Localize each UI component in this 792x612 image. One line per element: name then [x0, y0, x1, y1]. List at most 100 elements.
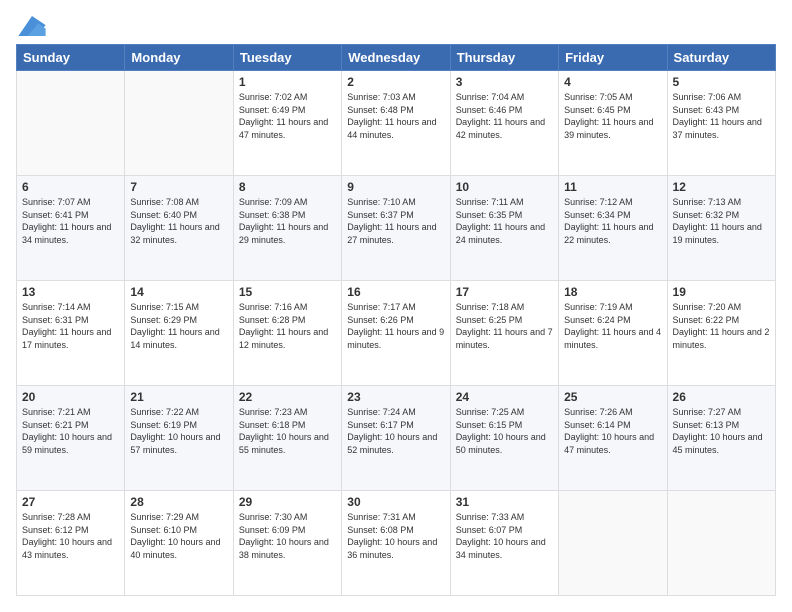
day-number: 30	[347, 495, 444, 509]
calendar-cell: 8 Sunrise: 7:09 AM Sunset: 6:38 PM Daylig…	[233, 176, 341, 281]
day-number: 29	[239, 495, 336, 509]
day-number: 19	[673, 285, 770, 299]
week-row-4: 20 Sunrise: 7:21 AM Sunset: 6:21 PM Dayli…	[17, 386, 776, 491]
day-number: 23	[347, 390, 444, 404]
cell-info: Sunrise: 7:16 AM Sunset: 6:28 PM Dayligh…	[239, 301, 336, 351]
calendar-cell: 10 Sunrise: 7:11 AM Sunset: 6:35 PM Dayli…	[450, 176, 558, 281]
cell-info: Sunrise: 7:26 AM Sunset: 6:14 PM Dayligh…	[564, 406, 661, 456]
calendar-cell: 6 Sunrise: 7:07 AM Sunset: 6:41 PM Daylig…	[17, 176, 125, 281]
day-number: 31	[456, 495, 553, 509]
day-header-friday: Friday	[559, 45, 667, 71]
calendar-cell: 12 Sunrise: 7:13 AM Sunset: 6:32 PM Dayli…	[667, 176, 775, 281]
cell-info: Sunrise: 7:02 AM Sunset: 6:49 PM Dayligh…	[239, 91, 336, 141]
day-number: 28	[130, 495, 227, 509]
day-number: 5	[673, 75, 770, 89]
cell-info: Sunrise: 7:15 AM Sunset: 6:29 PM Dayligh…	[130, 301, 227, 351]
calendar-cell	[667, 491, 775, 596]
day-number: 17	[456, 285, 553, 299]
cell-info: Sunrise: 7:30 AM Sunset: 6:09 PM Dayligh…	[239, 511, 336, 561]
calendar-cell: 17 Sunrise: 7:18 AM Sunset: 6:25 PM Dayli…	[450, 281, 558, 386]
day-number: 18	[564, 285, 661, 299]
calendar-cell: 28 Sunrise: 7:29 AM Sunset: 6:10 PM Dayli…	[125, 491, 233, 596]
cell-info: Sunrise: 7:07 AM Sunset: 6:41 PM Dayligh…	[22, 196, 119, 246]
day-number: 21	[130, 390, 227, 404]
cell-info: Sunrise: 7:25 AM Sunset: 6:15 PM Dayligh…	[456, 406, 553, 456]
cell-info: Sunrise: 7:18 AM Sunset: 6:25 PM Dayligh…	[456, 301, 553, 351]
calendar-cell: 15 Sunrise: 7:16 AM Sunset: 6:28 PM Dayli…	[233, 281, 341, 386]
calendar-cell: 25 Sunrise: 7:26 AM Sunset: 6:14 PM Dayli…	[559, 386, 667, 491]
day-number: 7	[130, 180, 227, 194]
calendar-cell: 23 Sunrise: 7:24 AM Sunset: 6:17 PM Dayli…	[342, 386, 450, 491]
cell-info: Sunrise: 7:27 AM Sunset: 6:13 PM Dayligh…	[673, 406, 770, 456]
week-row-2: 6 Sunrise: 7:07 AM Sunset: 6:41 PM Daylig…	[17, 176, 776, 281]
day-number: 9	[347, 180, 444, 194]
day-number: 8	[239, 180, 336, 194]
calendar-cell: 26Sunrise: 7:27 AM Sunset: 6:13 PM Dayli…	[667, 386, 775, 491]
day-number: 10	[456, 180, 553, 194]
week-row-5: 27Sunrise: 7:28 AM Sunset: 6:12 PM Dayli…	[17, 491, 776, 596]
cell-info: Sunrise: 7:12 AM Sunset: 6:34 PM Dayligh…	[564, 196, 661, 246]
calendar-cell: 11 Sunrise: 7:12 AM Sunset: 6:34 PM Dayli…	[559, 176, 667, 281]
cell-info: Sunrise: 7:23 AM Sunset: 6:18 PM Dayligh…	[239, 406, 336, 456]
day-header-monday: Monday	[125, 45, 233, 71]
day-number: 13	[22, 285, 119, 299]
calendar-cell: 5 Sunrise: 7:06 AM Sunset: 6:43 PM Daylig…	[667, 71, 775, 176]
cell-info: Sunrise: 7:10 AM Sunset: 6:37 PM Dayligh…	[347, 196, 444, 246]
week-row-1: 1 Sunrise: 7:02 AM Sunset: 6:49 PM Daylig…	[17, 71, 776, 176]
cell-info: Sunrise: 7:33 AM Sunset: 6:07 PM Dayligh…	[456, 511, 553, 561]
calendar-cell: 22 Sunrise: 7:23 AM Sunset: 6:18 PM Dayli…	[233, 386, 341, 491]
calendar-cell: 21 Sunrise: 7:22 AM Sunset: 6:19 PM Dayli…	[125, 386, 233, 491]
day-number: 2	[347, 75, 444, 89]
cell-info: Sunrise: 7:28 AM Sunset: 6:12 PM Dayligh…	[22, 511, 119, 561]
calendar-cell: 2 Sunrise: 7:03 AM Sunset: 6:48 PM Daylig…	[342, 71, 450, 176]
day-header-wednesday: Wednesday	[342, 45, 450, 71]
calendar-cell: 31 Sunrise: 7:33 AM Sunset: 6:07 PM Dayli…	[450, 491, 558, 596]
cell-info: Sunrise: 7:29 AM Sunset: 6:10 PM Dayligh…	[130, 511, 227, 561]
cell-info: Sunrise: 7:11 AM Sunset: 6:35 PM Dayligh…	[456, 196, 553, 246]
day-header-tuesday: Tuesday	[233, 45, 341, 71]
cell-info: Sunrise: 7:05 AM Sunset: 6:45 PM Dayligh…	[564, 91, 661, 141]
calendar-cell: 4Sunrise: 7:05 AM Sunset: 6:45 PM Daylig…	[559, 71, 667, 176]
cell-info: Sunrise: 7:13 AM Sunset: 6:32 PM Dayligh…	[673, 196, 770, 246]
cell-info: Sunrise: 7:22 AM Sunset: 6:19 PM Dayligh…	[130, 406, 227, 456]
day-number: 12	[673, 180, 770, 194]
day-number: 6	[22, 180, 119, 194]
day-number: 20	[22, 390, 119, 404]
cell-info: Sunrise: 7:31 AM Sunset: 6:08 PM Dayligh…	[347, 511, 444, 561]
calendar-cell: 20 Sunrise: 7:21 AM Sunset: 6:21 PM Dayli…	[17, 386, 125, 491]
day-number: 22	[239, 390, 336, 404]
calendar-cell: 3 Sunrise: 7:04 AM Sunset: 6:46 PM Daylig…	[450, 71, 558, 176]
day-number: 11	[564, 180, 661, 194]
calendar-cell: 19Sunrise: 7:20 AM Sunset: 6:22 PM Dayli…	[667, 281, 775, 386]
day-number: 3	[456, 75, 553, 89]
header	[16, 16, 776, 36]
day-number: 25	[564, 390, 661, 404]
calendar-cell: 1 Sunrise: 7:02 AM Sunset: 6:49 PM Daylig…	[233, 71, 341, 176]
cell-info: Sunrise: 7:03 AM Sunset: 6:48 PM Dayligh…	[347, 91, 444, 141]
cell-info: Sunrise: 7:06 AM Sunset: 6:43 PM Dayligh…	[673, 91, 770, 141]
page: SundayMondayTuesdayWednesdayThursdayFrid…	[0, 0, 792, 612]
logo-icon	[18, 16, 46, 36]
day-number: 14	[130, 285, 227, 299]
calendar-cell	[125, 71, 233, 176]
day-header-saturday: Saturday	[667, 45, 775, 71]
calendar-cell: 14 Sunrise: 7:15 AM Sunset: 6:29 PM Dayli…	[125, 281, 233, 386]
cell-info: Sunrise: 7:09 AM Sunset: 6:38 PM Dayligh…	[239, 196, 336, 246]
day-number: 1	[239, 75, 336, 89]
cell-info: Sunrise: 7:24 AM Sunset: 6:17 PM Dayligh…	[347, 406, 444, 456]
calendar-cell: 16Sunrise: 7:17 AM Sunset: 6:26 PM Dayli…	[342, 281, 450, 386]
day-header-thursday: Thursday	[450, 45, 558, 71]
calendar-cell: 7 Sunrise: 7:08 AM Sunset: 6:40 PM Daylig…	[125, 176, 233, 281]
day-header-sunday: Sunday	[17, 45, 125, 71]
cell-info: Sunrise: 7:21 AM Sunset: 6:21 PM Dayligh…	[22, 406, 119, 456]
calendar-cell: 29 Sunrise: 7:30 AM Sunset: 6:09 PM Dayli…	[233, 491, 341, 596]
cell-info: Sunrise: 7:04 AM Sunset: 6:46 PM Dayligh…	[456, 91, 553, 141]
calendar-cell	[17, 71, 125, 176]
day-number: 15	[239, 285, 336, 299]
day-number: 16	[347, 285, 444, 299]
week-row-3: 13Sunrise: 7:14 AM Sunset: 6:31 PM Dayli…	[17, 281, 776, 386]
logo	[16, 16, 46, 36]
calendar-cell: 30 Sunrise: 7:31 AM Sunset: 6:08 PM Dayli…	[342, 491, 450, 596]
calendar-cell: 13Sunrise: 7:14 AM Sunset: 6:31 PM Dayli…	[17, 281, 125, 386]
cell-info: Sunrise: 7:08 AM Sunset: 6:40 PM Dayligh…	[130, 196, 227, 246]
